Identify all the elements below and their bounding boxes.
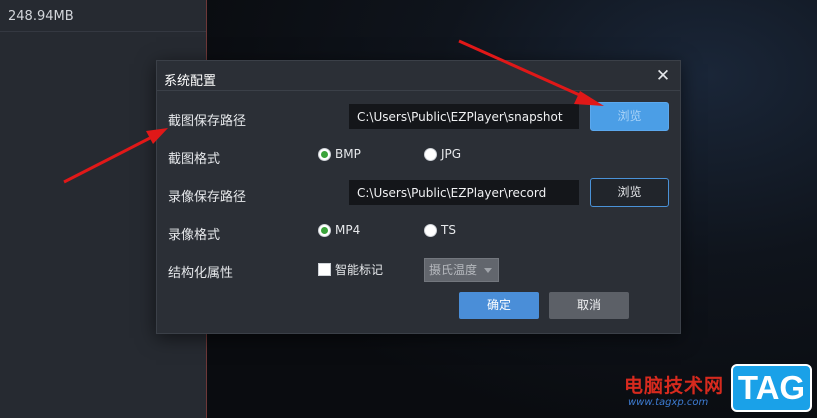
radio-bmp-label: BMP [335,147,361,161]
checkbox-box [318,263,331,276]
cancel-button[interactable]: 取消 [549,292,629,319]
radio-ts[interactable]: TS [424,223,456,237]
temperature-unit-value: 摄氏温度 [429,263,478,277]
radio-circle [424,223,437,237]
snapshot-browse-button[interactable]: 浏览 [590,102,669,131]
radio-bmp[interactable]: BMP [318,147,361,161]
radio-ts-label: TS [441,223,456,237]
close-icon[interactable]: ✕ [655,68,671,85]
radio-jpg-label: JPG [441,147,462,161]
radio-circle-selected [318,223,331,237]
file-size-label: 248.94MB [8,9,74,24]
radio-mp4-label: MP4 [335,223,361,237]
chevron-down-icon [484,268,492,273]
temperature-unit-select[interactable]: 摄氏温度 [424,258,499,282]
watermark-url: www.tagxp.com [628,397,709,408]
watermark-logo: TAG [731,364,812,412]
divider [157,90,680,91]
snapshot-path-label: 截图保存路径 [168,114,247,129]
radio-mp4[interactable]: MP4 [318,223,360,237]
radio-circle-selected [318,147,331,161]
structured-attribute-label: 结构化属性 [168,266,234,281]
record-format-label: 录像格式 [168,228,221,243]
dialog-title: 系统配置 [164,74,217,89]
radio-jpg[interactable]: JPG [424,147,461,161]
system-config-dialog: 系统配置 ✕ 截图保存路径 C:\Users\Public\EZPlayer\s… [156,60,681,334]
record-path-field[interactable]: C:\Users\Public\EZPlayer\record [349,180,579,205]
radio-circle [424,147,437,161]
smart-mark-checkbox[interactable]: 智能标记 [318,261,383,278]
snapshot-format-label: 截图格式 [168,152,221,167]
ok-button[interactable]: 确定 [459,292,539,319]
record-path-label: 录像保存路径 [168,190,247,205]
divider [0,31,206,32]
watermark-text: 电脑技术网 [624,375,725,397]
smart-mark-label: 智能标记 [335,263,384,277]
snapshot-path-field[interactable]: C:\Users\Public\EZPlayer\snapshot [349,104,579,129]
record-browse-button[interactable]: 浏览 [590,178,669,207]
